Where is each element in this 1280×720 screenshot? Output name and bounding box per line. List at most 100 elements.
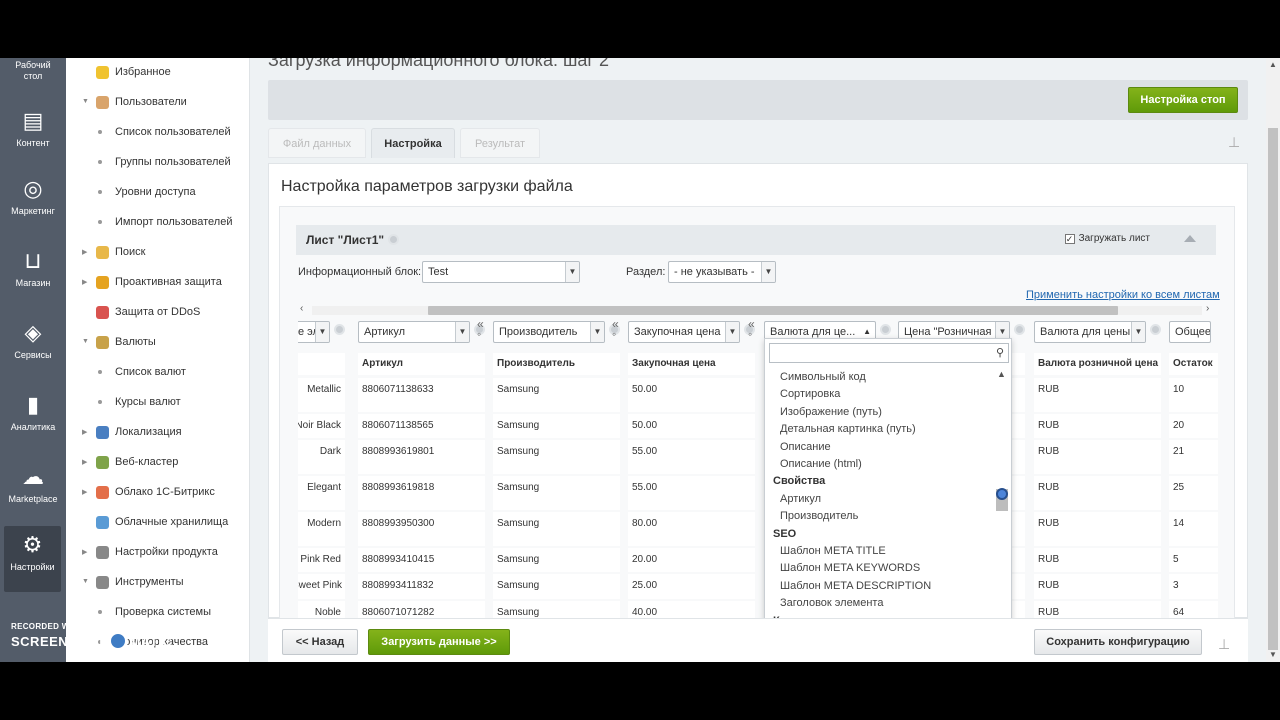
lock-icon (96, 276, 109, 289)
menu-item[interactable]: Уровни доступа (66, 183, 250, 203)
menu-item[interactable]: ▼ Валюты (66, 333, 250, 353)
column-field-select[interactable]: Общее ко (1169, 321, 1211, 343)
iblock-value: Test (428, 266, 449, 278)
menu-item[interactable]: Список валют (66, 363, 250, 383)
pin-icon[interactable]: ⊥ (1218, 636, 1230, 653)
expand-arrow-icon[interactable]: ▶ (82, 548, 87, 556)
checkbox-icon[interactable]: ✓ (1064, 234, 1075, 244)
expand-arrow-icon[interactable]: ▶ (82, 428, 87, 436)
menu-item[interactable]: Избранное (66, 63, 250, 83)
horizontal-scrollbar[interactable]: ‹ › (298, 303, 1218, 317)
menu-item[interactable]: Курсы валют (66, 393, 250, 413)
menu-item[interactable]: ▶ Поиск (66, 243, 250, 263)
layers-icon: ◈ (24, 320, 42, 345)
menu-item[interactable]: Группы пользователей (66, 153, 250, 173)
menu-item[interactable]: Проверка системы (66, 603, 250, 623)
page-scroll-thumb[interactable] (1268, 128, 1278, 650)
iblock-select[interactable]: Test ▼ (422, 261, 580, 283)
dropdown-option[interactable]: Производитель (780, 510, 858, 522)
table-cell: Sweet Pink (298, 574, 345, 599)
dropdown-option[interactable]: Шаблон META DESCRIPTION (780, 580, 931, 592)
dropdown-option[interactable]: Шаблон META KEYWORDS (780, 562, 920, 574)
tab-result[interactable]: Результат (460, 128, 540, 158)
dropdown-option[interactable]: Детальная картинка (путь) (780, 423, 916, 435)
table-cell: Elegant (298, 476, 345, 510)
menu-item-label: Импорт пользователей (115, 216, 233, 228)
load-sheet-checkbox[interactable]: ✓ Загружать лист (1064, 233, 1150, 244)
pin-icon[interactable]: ⊥ (1228, 134, 1240, 151)
dropdown-scrollbar[interactable]: ▲ ▼ (996, 369, 1008, 659)
merge-column-icon[interactable]: «◦ (477, 319, 484, 340)
column-field-select[interactable]: Производитель ▼ (493, 321, 605, 343)
dropdown-option[interactable]: Описание (780, 441, 831, 453)
menu-item[interactable]: Импорт пользователей (66, 213, 250, 233)
merge-column-icon[interactable]: «◦ (748, 319, 755, 340)
expand-arrow-icon[interactable]: ▶ (82, 278, 87, 286)
page-scrollbar[interactable]: ▲ ▼ (1266, 58, 1280, 662)
section-select[interactable]: - не указывать - ▼ (668, 261, 776, 283)
menu-item[interactable]: Список пользователей (66, 123, 250, 143)
column-field-select[interactable]: Закупочная цена ▼ (628, 321, 740, 343)
save-config-button[interactable]: Сохранить конфигурацию (1034, 629, 1202, 655)
table-cell: 3 (1169, 574, 1218, 599)
leftbar-item-6[interactable]: ☁ Marketplace (0, 458, 66, 524)
scroll-up-icon[interactable]: ▲ (997, 369, 1006, 379)
dropdown-option[interactable]: Описание (html) (780, 458, 862, 470)
column-field-select[interactable]: Валюта для цены " ▼ (1034, 321, 1146, 343)
apply-all-sheets-link[interactable]: Применить настройки ко всем листам (1026, 289, 1220, 301)
dropdown-search-input[interactable]: ⚲ (769, 343, 1009, 363)
table-cell: RUB (1034, 440, 1161, 474)
scroll-left-icon[interactable]: ‹ (300, 303, 303, 314)
menu-item[interactable]: ▶ Локализация (66, 423, 250, 443)
menu-item[interactable]: Защита от DDoS (66, 303, 250, 323)
column-gear-icon[interactable] (334, 324, 345, 335)
column-gear-icon[interactable] (880, 324, 891, 335)
chevron-down-icon: ▼ (455, 322, 469, 342)
dropdown-option[interactable]: Символьный код (780, 371, 866, 383)
column-field-value: Производитель (499, 326, 578, 338)
leftbar-item-3[interactable]: ⊔ Магазин (0, 242, 66, 308)
dropdown-option[interactable]: Сортировка (780, 388, 840, 400)
expand-arrow-icon[interactable]: ▶ (82, 488, 87, 496)
iblock-label: Информационный блок: (298, 266, 422, 278)
field-dropdown[interactable]: ⚲ Символьный код Сортировка Изображение (п… (764, 338, 1012, 662)
menu-item[interactable]: ▼ Пользователи (66, 93, 250, 113)
column-gear-icon[interactable] (1150, 324, 1161, 335)
expand-arrow-icon[interactable]: ▼ (82, 98, 89, 105)
menu-item[interactable]: ▼ Инструменты (66, 573, 250, 593)
menu-item[interactable]: ▶ Настройки продукта (66, 543, 250, 563)
collapse-icon[interactable] (1184, 235, 1196, 242)
tab-settings[interactable]: Настройка (371, 128, 455, 158)
column-field-select[interactable]: Артикул ▼ (358, 321, 470, 343)
leftbar-item-1[interactable]: ▤ Контент (0, 102, 66, 168)
dropdown-option[interactable]: Заголовок элемента (780, 597, 883, 609)
leftbar-item-7[interactable]: ⚙ Настройки (4, 526, 61, 592)
sheet-gear-icon[interactable] (388, 234, 399, 245)
menu-item[interactable]: Облачные хранилища (66, 513, 250, 533)
scroll-down-icon[interactable]: ▼ (1269, 650, 1277, 659)
column-field-select[interactable]: е элем ▼ (298, 321, 330, 343)
dropdown-option[interactable]: Изображение (путь) (780, 406, 882, 418)
settings-stop-button[interactable]: Настройка стоп (1128, 87, 1238, 113)
leftbar-item-5[interactable]: ▮ Аналитика (0, 386, 66, 452)
expand-arrow-icon[interactable]: ▼ (82, 578, 89, 585)
menu-item[interactable]: ▶ Облако 1С-Битрикс (66, 483, 250, 503)
merge-column-icon[interactable]: «◦ (612, 319, 619, 340)
menu-item[interactable]: ▶ Проактивная защита (66, 273, 250, 293)
dropdown-option[interactable]: Шаблон META TITLE (780, 545, 886, 557)
back-button[interactable]: << Назад (282, 629, 358, 655)
menu-item[interactable]: ▶ Веб-кластер (66, 453, 250, 473)
leftbar-item-2[interactable]: ◎ Маркетинг (0, 170, 66, 236)
leftbar-item-4[interactable]: ◈ Сервисы (0, 314, 66, 380)
expand-arrow-icon[interactable]: ▶ (82, 458, 87, 466)
tab-data-file[interactable]: Файл данных (268, 128, 366, 158)
load-data-button[interactable]: Загрузить данные >> (368, 629, 510, 655)
table-cell: RUB (1034, 512, 1161, 546)
column-gear-icon[interactable] (1014, 324, 1025, 335)
dropdown-option[interactable]: Артикул (780, 493, 821, 505)
scroll-right-icon[interactable]: › (1206, 303, 1209, 314)
scroll-up-icon[interactable]: ▲ (1269, 60, 1277, 69)
expand-arrow-icon[interactable]: ▼ (82, 338, 89, 345)
scroll-thumb[interactable] (428, 306, 1118, 315)
expand-arrow-icon[interactable]: ▶ (82, 248, 87, 256)
